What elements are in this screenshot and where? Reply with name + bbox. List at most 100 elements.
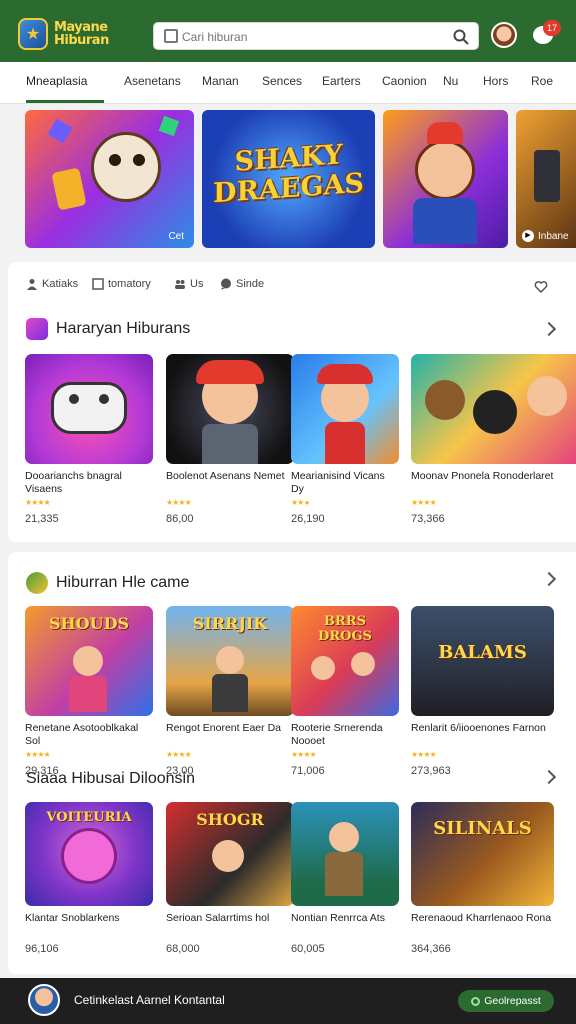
app-header: ★ Mayane Hiburan 17 — [0, 0, 576, 62]
monster-character — [61, 828, 117, 884]
notification-button[interactable]: 17 — [531, 20, 561, 48]
logo-text: Mayane Hiburan — [54, 21, 109, 47]
game-card[interactable]: VOITEURIA Klantar Snoblarkens 96,106 — [25, 802, 153, 955]
rating-stars: ★★★★ — [411, 750, 437, 759]
gem-icon — [158, 115, 180, 137]
game-card[interactable]: BRRS DROGS Rooterie Srnerenda Noooet ★★★… — [291, 606, 399, 777]
card-title: Klantar Snoblarkens — [25, 912, 120, 924]
character-icon — [26, 572, 48, 594]
quicknav-item-2[interactable]: tomatory — [92, 278, 151, 290]
category-tabs: Mneaplasia Asenetans Manan Sences Earter… — [0, 62, 576, 104]
status-dot-icon — [471, 996, 481, 1006]
game-card[interactable]: BALAMS Renlarit 6/iiooenones Farnon ★★★★… — [411, 606, 554, 777]
tab-3[interactable]: Sences — [262, 74, 302, 88]
character-head — [311, 656, 335, 680]
character-eye — [109, 154, 121, 166]
card-count: 73,366 — [411, 513, 445, 525]
card-title: Rerenaoud Kharrlenaoo Rona — [411, 912, 552, 924]
game-card[interactable]: SILINALS Rerenaoud Kharrlenaoo Rona 364,… — [411, 802, 554, 955]
user-icon — [27, 279, 37, 290]
card-title: Rengot Enorent Eaer Da — [166, 722, 281, 734]
game-card[interactable]: Moonav Pnonela Ronoderlaret ★★★★ 73,366 — [411, 354, 576, 525]
character-hair — [196, 360, 264, 384]
search-icon[interactable] — [452, 28, 470, 46]
game-thumbnail — [411, 354, 576, 464]
hero-banner-4[interactable]: ▶ Inbane — [516, 110, 576, 248]
notification-badge: 17 — [543, 20, 561, 36]
search-input[interactable] — [182, 27, 442, 47]
section-header-2[interactable]: Hiburran Hle came — [26, 572, 189, 594]
hero-title: SHAKY DRAEGAS — [202, 138, 375, 210]
card-title: Renetane Asotooblkakal Sol — [25, 722, 139, 747]
tab-1[interactable]: Asenetans — [124, 74, 181, 88]
hero-caption: Cet — [168, 231, 184, 242]
battery-shape — [534, 150, 560, 202]
bottom-bar: Cetinkelast Aarnel Kontantal Geolrepasst — [0, 978, 576, 1024]
tab-8[interactable]: Roe — [531, 74, 553, 88]
rating-stars: ★★★★ — [166, 750, 192, 759]
character-hat — [427, 122, 463, 144]
game-card[interactable]: SHOGR Serioan Salarrtims hol 68,000 — [166, 802, 294, 955]
thumbnail-art-title: VOITEURIA — [46, 810, 132, 825]
gem-icon — [47, 118, 73, 144]
rating-stars: ★★★★ — [291, 750, 317, 759]
app-logo[interactable]: ★ Mayane Hiburan — [18, 14, 130, 54]
user-avatar[interactable] — [491, 22, 517, 48]
character-body — [69, 676, 107, 712]
play-icon: ▶ — [522, 230, 534, 242]
thumbnail-art-title: SILINALS — [433, 818, 532, 839]
card-title: Renlarit 6/iiooenones Farnon — [411, 722, 546, 734]
card-count: 60,005 — [291, 943, 325, 955]
section-header-3[interactable]: Siaaa Hibusai Diloonsin — [26, 770, 195, 788]
character-body — [325, 422, 365, 464]
card-count: 273,963 — [411, 765, 451, 777]
tab-7[interactable]: Hors — [483, 74, 508, 88]
character-body — [413, 198, 477, 244]
square-icon — [92, 278, 104, 290]
tab-6[interactable]: Nu — [443, 74, 458, 88]
tab-4[interactable]: Earters — [322, 74, 361, 88]
character-body — [325, 852, 363, 896]
heart-icon[interactable] — [534, 280, 548, 294]
tab-2[interactable]: Manan — [202, 74, 239, 88]
game-card[interactable]: SIRRJIK Rengot Enorent Eaer Da ★★★★ 23,0… — [166, 606, 294, 777]
game-thumbnail: BALAMS — [411, 606, 554, 716]
bottom-avatar[interactable] — [28, 984, 60, 1016]
chevron-right-icon[interactable] — [541, 571, 557, 587]
gamepad-button — [99, 394, 109, 404]
section-title: Siaaa Hibusai Diloonsin — [26, 770, 195, 787]
game-card[interactable]: Nontian Renrrca Ats 60,005 — [291, 802, 399, 955]
game-thumbnail — [166, 354, 294, 464]
logo-star-icon: ★ — [18, 18, 48, 50]
hero-banner-1[interactable]: Cet — [25, 110, 194, 248]
character-head — [329, 822, 359, 852]
hero-banner-3[interactable] — [383, 110, 508, 248]
rating-stars: ★★★★ — [25, 750, 51, 759]
bottom-action-button[interactable]: Geolrepasst — [458, 990, 554, 1012]
game-card[interactable]: SHOUDS Renetane Asotooblkakal Sol ★★★★ 2… — [25, 606, 153, 777]
fox-character — [415, 140, 475, 200]
quicknav-item-3[interactable]: Us — [174, 278, 203, 290]
game-card[interactable]: Dooarianchs bnagral Visaens ★★★★ 21,335 — [25, 354, 153, 525]
section-panel-2: Hiburran Hle came SHOUDS Renetane Asotoo… — [8, 552, 576, 974]
active-tab-indicator — [26, 100, 104, 103]
thumbnail-art-title: SHOGR — [196, 810, 264, 829]
hero-caption-play[interactable]: ▶ Inbane — [522, 230, 569, 242]
section-header-1[interactable]: Hararyan Hiburans — [26, 318, 190, 340]
quick-nav: Katiaks tomatory Us Sinde — [26, 278, 566, 298]
game-card[interactable]: Boolenot Asenans Nemet ★★★★ 86,00 — [166, 354, 294, 525]
chevron-right-icon[interactable] — [541, 321, 557, 337]
search-box[interactable] — [153, 22, 479, 50]
game-thumbnail: SILINALS — [411, 802, 554, 906]
hero-banner-2[interactable]: SHAKY DRAEGAS — [202, 110, 375, 248]
game-thumbnail: SHOGR — [166, 802, 294, 906]
tab-0[interactable]: Mneaplasia — [26, 74, 87, 88]
tab-5[interactable]: Caonion — [382, 74, 427, 88]
quicknav-item-1[interactable]: Katiaks — [26, 278, 78, 290]
game-thumbnail — [291, 802, 399, 906]
quicknav-item-4[interactable]: Sinde — [220, 278, 264, 290]
section-title: Hararyan Hiburans — [56, 320, 191, 337]
thumbnail-art-title: SHOUDS — [49, 614, 129, 633]
game-card[interactable]: Mearianisind Vicans Dy ★★ ● 26,190 — [291, 354, 399, 525]
rating-stars: ★★★★ — [166, 498, 192, 507]
